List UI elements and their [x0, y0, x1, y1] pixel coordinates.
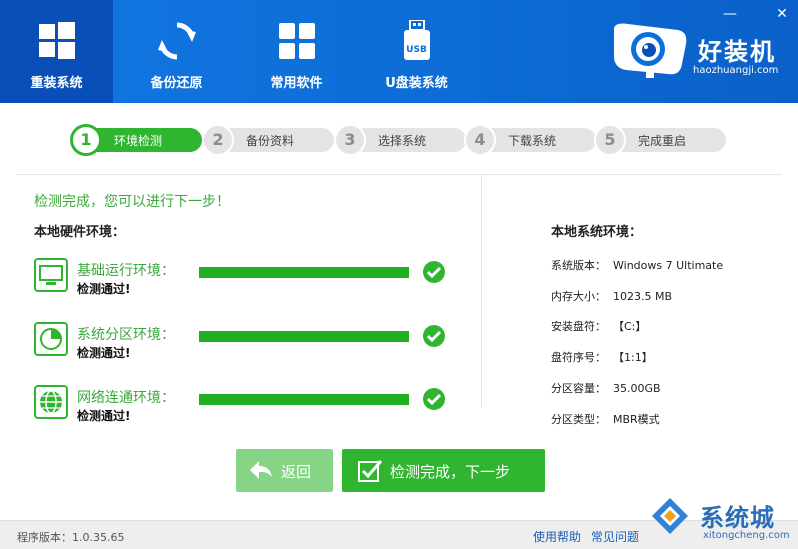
status-message: 检测完成，您可以进行下一步！ — [34, 194, 230, 210]
check-progress-bar — [199, 331, 409, 342]
watermark-text: 系统城 — [700, 504, 775, 532]
info-key: 系统版本： — [551, 259, 606, 272]
step-number: 2 — [202, 124, 234, 156]
close-button[interactable]: ✕ — [774, 6, 790, 22]
nav-item-usb[interactable]: USB U盘装系统 — [360, 0, 473, 103]
info-value: 1023.5 MB — [613, 290, 673, 303]
step-download: 4 下载系统 — [464, 124, 596, 156]
check-ok-icon — [423, 261, 445, 283]
info-value: Windows 7 Ultimate — [613, 259, 724, 272]
system-title: 本地系统环境： — [551, 225, 643, 240]
nav-item-software[interactable]: 常用软件 — [240, 0, 353, 103]
info-value: 【1:1】 — [613, 351, 653, 364]
back-button[interactable]: 返回 — [236, 449, 333, 492]
step-backup: 2 备份资料 — [202, 124, 334, 156]
apps-grid-icon — [278, 23, 315, 59]
step-select-system: 3 选择系统 — [334, 124, 466, 156]
step-label: 环境检测 — [114, 134, 163, 148]
step-label: 选择系统 — [378, 134, 427, 148]
step-progress: 1 环境检测 2 备份资料 3 选择系统 4 下载系统 5 完成重启 — [70, 124, 726, 156]
step-label: 完成重启 — [638, 134, 687, 148]
check-ok-icon — [423, 325, 445, 347]
divider — [481, 175, 482, 407]
step-number: 5 — [594, 124, 626, 156]
info-key: 盘符序号： — [551, 351, 606, 364]
check-progress-bar — [199, 267, 409, 278]
header: 重装系统 备份还原 常用软件 USB U盘装系统 — ✕ 好装机 haozhua… — [0, 0, 798, 103]
usb-icon — [403, 20, 430, 60]
step-number: 4 — [464, 124, 496, 156]
faq-link[interactable]: 常见问题 — [591, 528, 639, 545]
step-label: 备份资料 — [246, 134, 295, 148]
check-name: 网络连通环境： — [77, 390, 175, 406]
info-value: MBR模式 — [613, 413, 660, 426]
version-text: 程序版本：1.0.35.65 — [17, 531, 125, 544]
next-button-label: 检测完成，下一步 — [390, 463, 511, 481]
back-arrow-icon — [250, 461, 272, 479]
check-result: 检测通过! — [77, 346, 131, 360]
check-row-basic: 基础运行环境： 检测通过! — [34, 258, 454, 306]
divider — [16, 174, 782, 175]
nav-item-reinstall[interactable]: 重装系统 — [0, 0, 113, 103]
check-progress-bar — [199, 394, 409, 405]
nav-label: U盘装系统 — [385, 76, 448, 91]
brand-name: 好装机 — [698, 38, 776, 66]
nav-label: 重装系统 — [30, 76, 83, 91]
info-key: 安装盘符： — [551, 320, 606, 333]
info-key: 分区容量： — [551, 382, 606, 395]
info-value: 35.00GB — [613, 382, 661, 395]
info-row: 内存大小： 1023.5 MB — [551, 288, 672, 304]
minimize-button[interactable]: — — [722, 6, 738, 22]
check-row-partition: 系统分区环境： 检测通过! — [34, 322, 454, 370]
check-row-network: 网络连通环境： 检测通过! — [34, 385, 454, 433]
usb-text: USB — [406, 45, 427, 55]
nav-item-backup[interactable]: 备份还原 — [120, 0, 233, 103]
windows-icon — [38, 22, 75, 59]
watermark-sub: xitongcheng.com — [703, 530, 790, 541]
hardware-title: 本地硬件环境： — [34, 225, 126, 240]
monitor-icon — [34, 258, 68, 292]
step-number: 1 — [70, 124, 102, 156]
logo-icon — [614, 23, 687, 78]
check-name: 基础运行环境： — [77, 263, 175, 279]
step-number: 3 — [334, 124, 366, 156]
sync-icon — [157, 22, 196, 60]
step-label: 下载系统 — [508, 134, 557, 148]
back-button-label: 返回 — [281, 463, 312, 481]
check-result: 检测通过! — [77, 282, 131, 296]
info-key: 内存大小： — [551, 290, 606, 303]
info-row: 安装盘符： 【C:】 — [551, 318, 646, 334]
step-restart: 5 完成重启 — [594, 124, 726, 156]
nav-label: 常用软件 — [270, 76, 323, 91]
brand-domain: haozhuangji.com — [693, 65, 779, 76]
check-ok-icon — [423, 388, 445, 410]
check-name: 系统分区环境： — [77, 327, 175, 343]
globe-icon — [34, 385, 68, 419]
info-row: 分区容量： 35.00GB — [551, 380, 661, 396]
info-key: 分区类型： — [551, 413, 606, 426]
pie-chart-icon — [34, 322, 68, 356]
next-button[interactable]: 检测完成，下一步 — [342, 449, 545, 492]
info-row: 盘符序号： 【1:1】 — [551, 349, 653, 365]
step-env-check: 1 环境检测 — [70, 124, 202, 156]
nav-label: 备份还原 — [150, 76, 203, 91]
checkbox-icon — [358, 460, 382, 482]
check-result: 检测通过! — [77, 409, 131, 423]
help-link[interactable]: 使用帮助 — [533, 528, 581, 545]
info-row: 系统版本： Windows 7 Ultimate — [551, 257, 723, 273]
info-value: 【C:】 — [613, 320, 647, 333]
info-row: 分区类型： MBR模式 — [551, 411, 660, 427]
